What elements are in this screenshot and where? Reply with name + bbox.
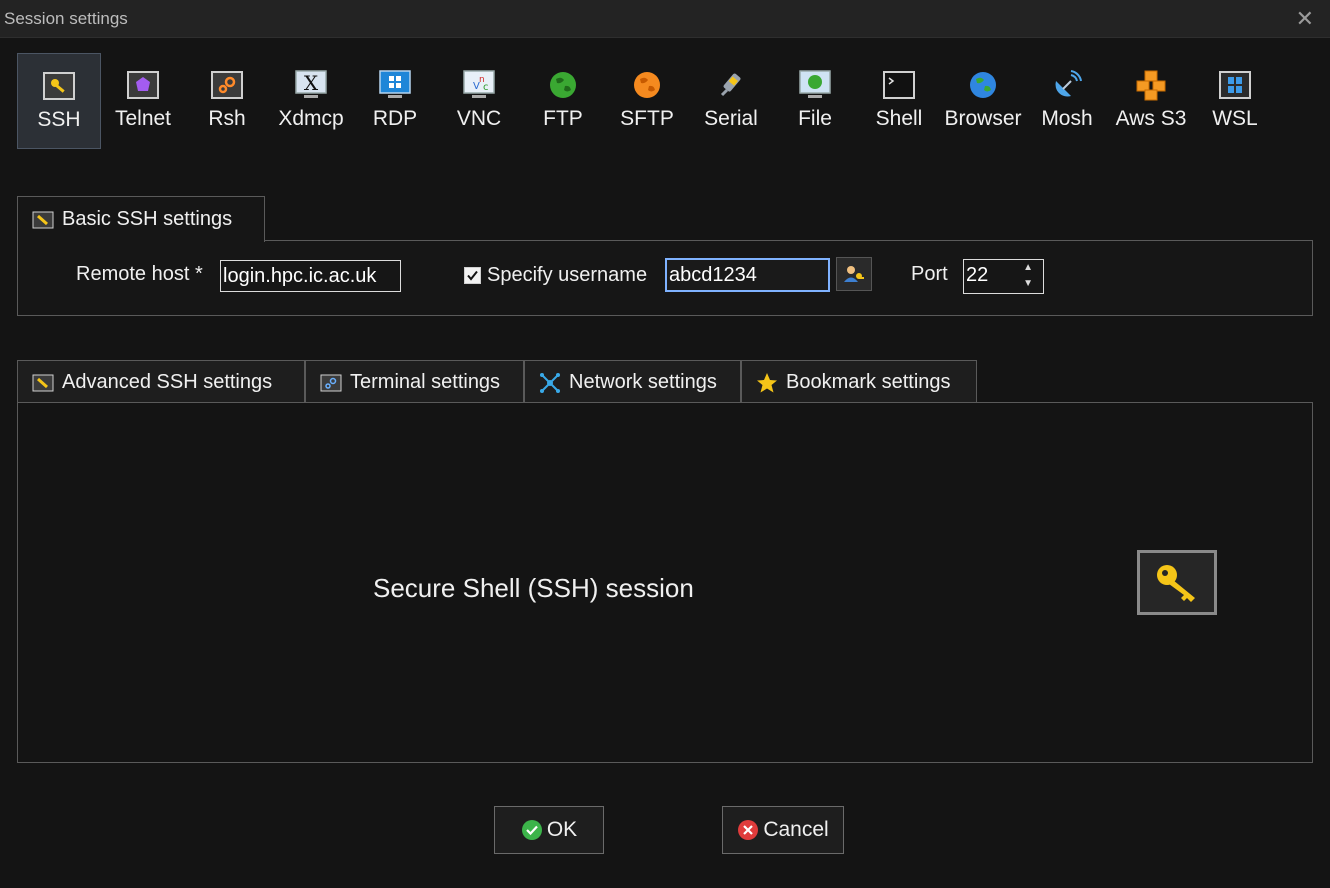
terminal-settings-icon: [320, 374, 342, 392]
port-value: 22: [966, 264, 989, 286]
ssh-key-badge: [1137, 550, 1217, 615]
basic-ssh-settings-panel: Remote host * Specify username Port 22 ▲…: [17, 240, 1313, 316]
tab-label: Advanced SSH settings: [62, 371, 273, 393]
spin-up-icon[interactable]: ▲: [1023, 262, 1033, 273]
session-type-label: Browser: [944, 107, 1022, 130]
tab-basic-ssh-settings[interactable]: Basic SSH settings: [17, 196, 265, 242]
serial-plug-icon: [715, 69, 747, 101]
session-type-browser[interactable]: Browser: [941, 53, 1025, 149]
session-type-shell[interactable]: Shell: [857, 53, 941, 149]
session-type-label: SFTP: [620, 107, 674, 130]
remote-host-label: Remote host *: [76, 263, 203, 285]
tab-label: Bookmark settings: [786, 371, 951, 393]
large-key-icon: [1157, 564, 1195, 602]
ok-label: OK: [546, 818, 578, 841]
session-type-toolbar: SSH Telnet Rsh X Xdmcp RDP Vnc VNC FTP S…: [17, 53, 1277, 149]
key-icon: [43, 70, 75, 102]
check-circle-icon: [521, 819, 543, 841]
user-key-icon: [844, 266, 864, 282]
tab-advanced-ssh-settings[interactable]: Advanced SSH settings: [17, 360, 305, 404]
tab-bookmark-settings[interactable]: Bookmark settings: [741, 360, 977, 404]
ok-button[interactable]: OK: [494, 806, 604, 854]
session-type-label: Xdmcp: [278, 107, 344, 130]
wrench-icon: [32, 374, 54, 392]
specify-username-label: Specify username: [487, 264, 648, 286]
session-type-label: Telnet: [114, 107, 172, 130]
advanced-settings-panel: Secure Shell (SSH) session: [17, 402, 1313, 763]
cancel-label: Cancel: [763, 818, 829, 841]
session-type-telnet[interactable]: Telnet: [101, 53, 185, 149]
gears-icon: [211, 69, 243, 101]
session-type-label: SSH: [37, 108, 81, 131]
session-type-label: FTP: [543, 107, 583, 130]
session-type-wsl[interactable]: WSL: [1193, 53, 1277, 149]
cubes-icon: [1134, 69, 1168, 101]
port-label: Port: [911, 263, 948, 285]
session-type-mosh[interactable]: Mosh: [1025, 53, 1109, 149]
session-type-sftp[interactable]: SFTP: [605, 53, 689, 149]
specify-username-checkbox[interactable]: [464, 267, 481, 284]
windows-monitor-icon: [378, 69, 412, 101]
tab-label: Network settings: [569, 371, 717, 393]
green-globe-icon: [548, 69, 578, 101]
network-icon: [539, 372, 561, 394]
vnc-monitor-icon: Vnc: [462, 69, 496, 101]
orange-globe-icon: [632, 69, 662, 101]
browser-globe-icon: [968, 69, 998, 101]
session-type-ftp[interactable]: FTP: [521, 53, 605, 149]
file-monitor-icon: [798, 69, 832, 101]
checkmark-icon: [467, 270, 478, 281]
purple-gem-icon: [127, 69, 159, 101]
cancel-button[interactable]: Cancel: [722, 806, 844, 854]
session-type-serial[interactable]: Serial: [689, 53, 773, 149]
close-button[interactable]: ✕: [1296, 6, 1314, 32]
session-type-label: Mosh: [1041, 107, 1093, 130]
title-bar: Session settings ✕: [0, 0, 1330, 38]
session-type-vnc[interactable]: Vnc VNC: [437, 53, 521, 149]
session-type-label: Rsh: [208, 107, 246, 130]
satellite-dish-icon: [1051, 69, 1083, 101]
tab-terminal-settings[interactable]: Terminal settings: [305, 360, 524, 404]
windows-logo-icon: [1219, 69, 1251, 101]
session-type-rdp[interactable]: RDP: [353, 53, 437, 149]
session-type-ssh[interactable]: SSH: [17, 53, 101, 149]
spin-down-icon[interactable]: ▼: [1023, 278, 1033, 289]
session-type-file[interactable]: File: [773, 53, 857, 149]
username-input[interactable]: [665, 258, 830, 292]
window-title: Session settings: [4, 9, 128, 28]
star-icon: [756, 372, 778, 394]
svg-text:X: X: [304, 71, 319, 95]
session-type-label: RDP: [372, 107, 418, 130]
session-type-rsh[interactable]: Rsh: [185, 53, 269, 149]
port-spinbox[interactable]: 22 ▲ ▼: [963, 259, 1044, 294]
session-type-label: File: [798, 107, 832, 130]
session-type-label: Shell: [875, 107, 923, 130]
session-type-label: VNC: [456, 107, 502, 130]
session-type-label: WSL: [1212, 107, 1258, 130]
user-credentials-button[interactable]: [836, 257, 872, 291]
tab-label: Basic SSH settings: [62, 208, 233, 230]
terminal-icon: [883, 69, 915, 101]
cancel-circle-icon: [737, 819, 759, 841]
session-type-label: Aws S3: [1115, 107, 1187, 130]
tab-network-settings[interactable]: Network settings: [524, 360, 741, 404]
remote-host-input[interactable]: [220, 260, 401, 292]
session-type-xdmcp[interactable]: X Xdmcp: [269, 53, 353, 149]
session-description: Secure Shell (SSH) session: [373, 573, 694, 603]
svg-text:c: c: [483, 82, 489, 93]
wrench-icon: [32, 211, 54, 229]
tab-label: Terminal settings: [350, 371, 501, 393]
x-monitor-icon: X: [294, 69, 328, 101]
session-type-label: Serial: [704, 107, 758, 130]
session-type-aws-s3[interactable]: Aws S3: [1109, 53, 1193, 149]
